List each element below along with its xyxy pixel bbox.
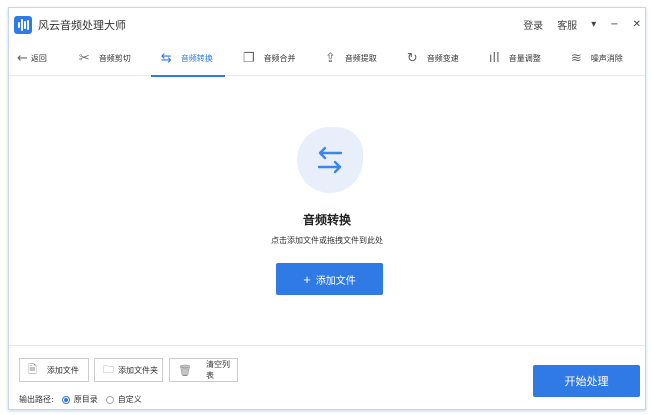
drop-area[interactable]: 音频转换 点击添加文件或拖拽文件到此处 + 添加文件 (9, 77, 645, 346)
app-title: 风云音频处理大师 (38, 18, 126, 32)
tab-label: 音频剪切 (98, 53, 131, 63)
output-path-label: 输出路径: (19, 395, 54, 404)
trash-icon: 🗑 (178, 363, 192, 377)
extract-icon: ⇪ (324, 50, 336, 66)
tab-noise[interactable]: ≋ 噪声消除 (561, 41, 635, 76)
speed-icon: ↻ (406, 50, 418, 66)
scissors-icon: ✂ (78, 50, 90, 66)
tab-convert[interactable]: ⇆ 音频转换 (150, 41, 225, 77)
add-file-label: 添加文件 (46, 365, 79, 375)
back-button[interactable]: ← 返回 (9, 41, 55, 76)
page-heading: 音频转换 (302, 213, 351, 227)
arrow-left-icon: ← (17, 50, 28, 66)
clear-list-label: 清空列表 (205, 360, 230, 380)
add-folder-button[interactable]: 🗀 添加文件夹 (94, 358, 163, 382)
radio-checked-icon (61, 395, 70, 404)
clear-list-button[interactable]: 🗑 清空列表 (169, 358, 238, 382)
add-file-button[interactable]: 🗎 添加文件 (19, 358, 89, 382)
tab-speed[interactable]: ↻ 音频变速 (397, 41, 471, 76)
merge-icon: ❐ (242, 50, 255, 66)
file-icon: 🗎 (28, 362, 37, 376)
back-label: 返回 (30, 53, 47, 63)
tab-label: 音频合并 (263, 53, 296, 63)
start-processing-button[interactable]: 开始处理 (533, 365, 640, 397)
tab-label: 音频变速 (426, 53, 459, 63)
tab-label: 音频转换 (180, 53, 213, 63)
service-link[interactable]: 客服 (557, 17, 577, 32)
tool-nav: ← 返回 ✂ 音频剪切 ⇆ 音频转换 ❐ 音频合并 ⇪ 音频提取 ↻ 音频变速 ıll 音量调整 ≋ 噪声消… (9, 41, 645, 77)
tab-scissors[interactable]: ✂ 音频剪切 (69, 41, 143, 76)
radio-original-dir[interactable]: 原目录 (61, 394, 98, 405)
app-logo-icon (14, 15, 32, 34)
add-file-label: 添加文件 (315, 275, 356, 287)
tab-extract[interactable]: ⇪ 音频提取 (315, 41, 389, 76)
close-button[interactable]: ✕ (633, 19, 641, 30)
tab-label: 噪声消除 (590, 53, 623, 63)
radio-label: 自定义 (117, 395, 142, 404)
login-link[interactable]: 登录 (523, 17, 543, 32)
title-bar: 风云音频处理大师 登录 客服 ▾ − ✕ (9, 8, 645, 41)
app-window: 风云音频处理大师 登录 客服 ▾ − ✕ ← 返回 ✂ 音频剪切 ⇆ 音频转换 ❐ 音频合并… (8, 7, 646, 410)
tab-label: 音频提取 (344, 53, 377, 63)
radio-custom-dir[interactable]: 自定义 (105, 394, 142, 405)
drop-hint: 点击添加文件或拖拽文件到此处 (271, 236, 383, 245)
volume-icon: ıll (488, 50, 500, 66)
minimize-button[interactable]: − (610, 19, 618, 30)
add-file-main-button[interactable]: + 添加文件 (276, 263, 383, 295)
folder-icon: 🗀 (103, 362, 114, 376)
tab-volume[interactable]: ıll 音量调整 (479, 41, 553, 76)
tab-label: 音量调整 (508, 53, 541, 63)
radio-label: 原目录 (73, 395, 98, 404)
convert-illustration-icon (297, 127, 363, 193)
menu-icon[interactable]: ▾ (591, 19, 596, 30)
convert-icon: ⇆ (160, 50, 172, 66)
output-path: 输出路径: 原目录 自定义 (19, 394, 142, 405)
add-folder-label: 添加文件夹 (118, 365, 158, 375)
plus-icon: + (303, 271, 311, 287)
tab-merge[interactable]: ❐ 音频合并 (233, 41, 307, 76)
noise-icon: ≋ (570, 50, 582, 66)
radio-unchecked-icon (105, 395, 114, 404)
